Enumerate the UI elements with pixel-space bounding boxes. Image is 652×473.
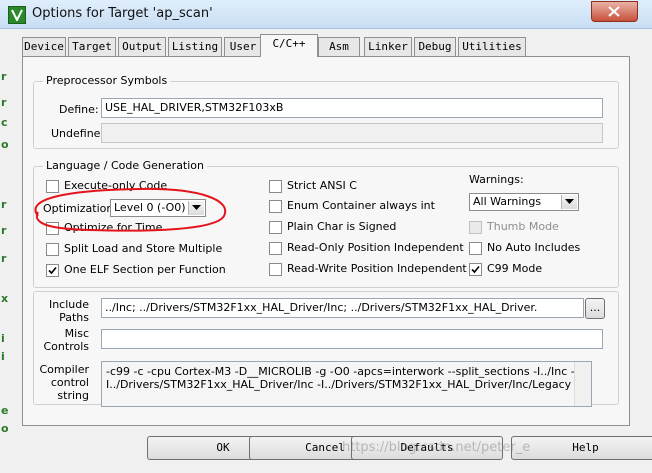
warnings-label: Warnings: <box>469 173 524 186</box>
include-paths-label: Include Paths <box>41 298 89 324</box>
tab-listing[interactable]: Listing <box>168 37 222 56</box>
include-label-line-1: Include <box>48 298 89 311</box>
background-glyph: e <box>1 404 9 417</box>
background-glyph: i <box>1 332 5 345</box>
help-button[interactable]: Help <box>511 436 652 460</box>
compiler-string-scrollbar[interactable] <box>574 362 591 406</box>
misc-label-line-1: Misc <box>64 327 89 340</box>
include-label-line-2: Paths <box>59 311 89 324</box>
define-label: Define: <box>59 103 99 116</box>
codegen-legend: Language / Code Generation <box>43 159 208 172</box>
c99-mode-checkbox[interactable] <box>469 263 482 276</box>
tab-asm[interactable]: Asm <box>318 37 360 56</box>
background-glyph: x <box>1 292 9 305</box>
undefine-label: Undefine: <box>51 127 105 140</box>
tab-device[interactable]: Device <box>22 37 66 56</box>
rw-pi-checkbox[interactable] <box>269 263 282 276</box>
background-glyph: r <box>1 96 7 109</box>
background-glyph: r <box>1 198 7 211</box>
preprocessor-legend: Preprocessor Symbols <box>43 74 171 87</box>
background-glyph: i <box>1 350 5 363</box>
background-glyph: r <box>1 224 7 237</box>
thumb-mode-label: Thumb Mode <box>487 220 559 233</box>
compiler-control-string[interactable]: -c99 -c -cpu Cortex-M3 -D__MICROLIB -g -… <box>101 361 592 407</box>
misc-controls-input[interactable] <box>101 329 603 349</box>
background-glyph: c <box>1 116 8 129</box>
thumb-mode-checkbox[interactable] <box>469 221 482 234</box>
background-glyph: r <box>1 252 7 265</box>
close-icon <box>608 6 620 17</box>
misc-controls-label: Misc Controls <box>41 327 90 353</box>
watermark-text: https://blog.csdn.net/peter_e <box>342 440 531 455</box>
tab-c-cpp[interactable]: C/C++ <box>260 34 318 57</box>
tab-strip: Device Target Output Listing User C/C++ … <box>22 34 628 57</box>
compiler-label-line-2: control <box>50 376 89 389</box>
checkmark-icon <box>48 266 57 275</box>
background-glyph: o <box>1 422 9 435</box>
tab-linker[interactable]: Linker <box>364 37 412 56</box>
plain-char-label: Plain Char is Signed <box>287 220 397 233</box>
tab-target[interactable]: Target <box>68 37 116 56</box>
enum-container-checkbox[interactable] <box>269 200 282 213</box>
ro-pi-checkbox[interactable] <box>269 242 282 255</box>
split-load-checkbox[interactable] <box>46 243 59 256</box>
compiler-string-line-1: -c99 -c -cpu Cortex-M3 -D__MICROLIB -g -… <box>106 365 575 378</box>
one-elf-label: One ELF Section per Function <box>64 263 226 276</box>
tab-user[interactable]: User <box>224 37 262 56</box>
title-bar[interactable]: Options for Target 'ap_scan' <box>0 0 652 29</box>
red-annotation-ellipse <box>34 187 227 232</box>
misc-label-line-2: Controls <box>43 340 90 353</box>
compiler-string-line-2: I../Drivers/STM32F1xx_HAL_Driver/Inc -I.… <box>106 378 579 391</box>
tab-output[interactable]: Output <box>118 37 166 56</box>
checkmark-icon <box>471 265 480 274</box>
no-auto-includes-label: No Auto Includes <box>487 241 581 254</box>
plain-char-checkbox[interactable] <box>269 221 282 234</box>
no-auto-includes-checkbox[interactable] <box>469 242 482 255</box>
strict-ansi-label: Strict ANSI C <box>287 179 357 192</box>
one-elf-checkbox[interactable] <box>46 264 59 277</box>
compiler-label-line-1: Compiler <box>39 363 89 376</box>
tab-utilities[interactable]: Utilities <box>458 37 526 56</box>
warnings-select[interactable]: All Warnings <box>469 193 579 211</box>
compiler-label-line-3: string <box>57 389 89 402</box>
options-dialog: Options for Target 'ap_scan' Device Targ… <box>0 0 652 473</box>
undefine-input[interactable] <box>101 123 603 143</box>
split-load-label: Split Load and Store Multiple <box>64 242 223 255</box>
warnings-value: All Warnings <box>473 195 542 208</box>
rw-pi-label: Read-Write Position Independent <box>287 262 467 275</box>
include-paths-browse-button[interactable]: ... <box>585 298 605 319</box>
c-cpp-panel: Preprocessor Symbols Define: USE_HAL_DRI… <box>22 56 630 426</box>
background-glyph: o <box>1 138 9 151</box>
warnings-dropdown-arrow <box>561 195 577 209</box>
close-button[interactable] <box>591 1 638 22</box>
background-window-glyphs: r r c o r r r x i i e o <box>0 0 10 473</box>
keil-app-icon <box>8 6 26 24</box>
strict-ansi-checkbox[interactable] <box>269 180 282 193</box>
window-title: Options for Target 'ap_scan' <box>32 6 213 21</box>
chevron-down-icon <box>565 199 574 204</box>
enum-container-label: Enum Container always int <box>287 199 435 212</box>
define-input[interactable]: USE_HAL_DRIVER,STM32F103xB <box>101 98 603 118</box>
c99-mode-label: C99 Mode <box>487 262 543 275</box>
ro-pi-label: Read-Only Position Independent <box>287 241 464 254</box>
tab-debug[interactable]: Debug <box>414 37 456 56</box>
include-paths-input[interactable]: ../Inc; ../Drivers/STM32F1xx_HAL_Driver/… <box>101 298 584 318</box>
compiler-control-string-label: Compiler control string <box>33 363 89 402</box>
background-glyph: r <box>1 70 7 83</box>
